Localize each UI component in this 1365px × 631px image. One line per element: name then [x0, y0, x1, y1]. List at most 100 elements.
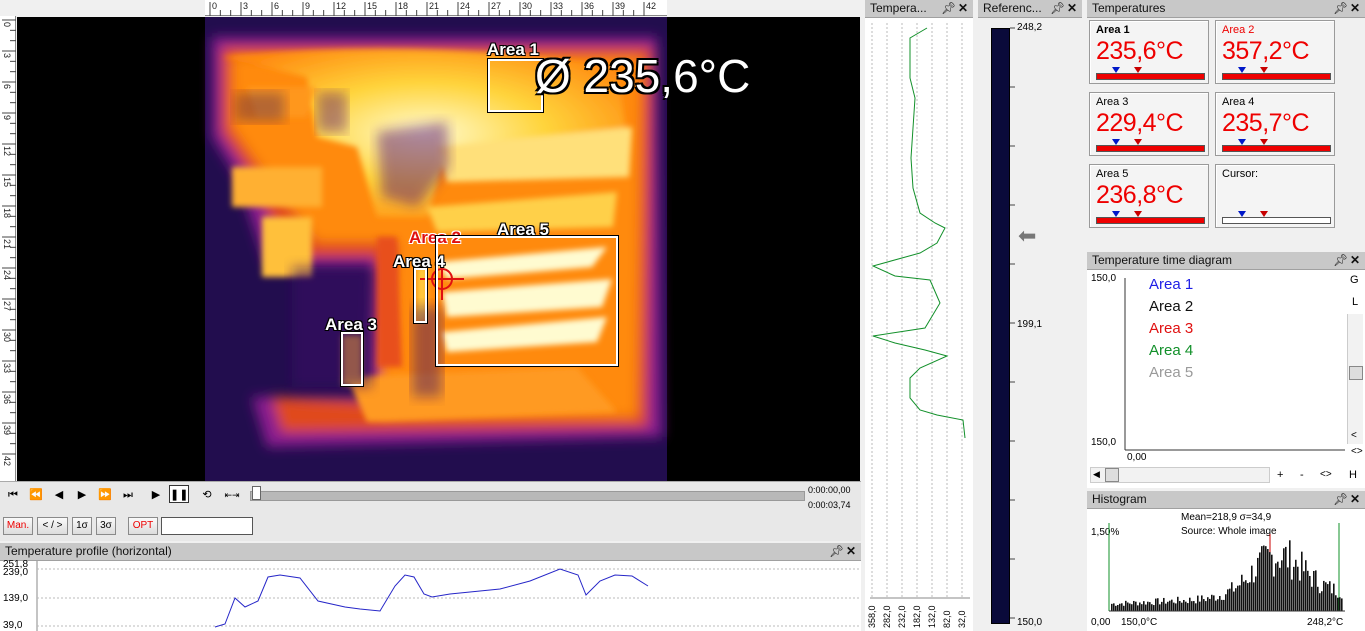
area-5-box[interactable]	[435, 235, 619, 367]
one-sigma-button[interactable]: 1σ	[72, 517, 92, 535]
pin-icon[interactable]: 📌︎	[1333, 252, 1348, 269]
temp-tile-area-5[interactable]: Area 5 236,8°C	[1089, 164, 1209, 228]
reference-bottom-value: 150,0	[1017, 617, 1043, 628]
profile-horizontal-chart: 251,8 239,0 139,0 39,0	[0, 559, 861, 631]
temperatures-title-text: Temperatures	[1092, 1, 1166, 15]
pause-button[interactable]: ❚❚	[169, 485, 189, 503]
tile-bar	[1222, 145, 1331, 152]
manual-button[interactable]: Man.	[3, 517, 33, 535]
time-current: 0:00:00,00	[808, 485, 851, 495]
close-icon[interactable]: ✕	[1348, 0, 1362, 17]
profile-vertical-title-text: Tempera...	[870, 1, 927, 15]
temp-tile-area-2[interactable]: Area 2 357,2°C	[1215, 20, 1335, 84]
time-diagram-title-text: Temperature time diagram	[1092, 253, 1233, 267]
td-side-button-l[interactable]: L	[1352, 296, 1358, 308]
left-ruler-label: 33	[2, 363, 12, 374]
td-legend-area-5[interactable]: Area 5	[1149, 364, 1193, 381]
timeline-slider[interactable]	[250, 486, 805, 501]
thermal-view-panel: 0 3 6 9 12 15 18 21 24 27 30 33 36 39 42 0 3 6 9 12 15 18 21 2…	[0, 0, 861, 481]
left-ruler-label: 12	[2, 146, 12, 157]
top-ruler-label: 6	[274, 1, 280, 11]
fast-forward-button[interactable]: ⏩	[95, 486, 115, 504]
top-ruler-label: 0	[212, 1, 218, 11]
pin-icon[interactable]: 📌︎	[1333, 491, 1348, 508]
td-h-button[interactable]: H	[1349, 469, 1357, 481]
temperatures-panel: Area 1 235,6°C Area 2 357,2°C Area 3 229…	[1087, 18, 1365, 250]
rewind-button[interactable]: ⏪	[26, 486, 46, 504]
td-hscroll[interactable]: ◀	[1090, 467, 1270, 483]
left-ruler-label: 9	[2, 115, 12, 121]
close-icon[interactable]: ✕	[1348, 491, 1362, 508]
area-3-label: Area 3	[325, 315, 377, 334]
step-back-button[interactable]: ◀	[49, 486, 69, 504]
temp-tile-area-4[interactable]: Area 4 235,7°C	[1215, 92, 1335, 156]
td-legend-area-3[interactable]: Area 3	[1149, 320, 1193, 337]
step-forward-button[interactable]: ▶	[72, 486, 92, 504]
close-icon[interactable]: ✕	[1348, 252, 1362, 269]
profile-v-xlabel: 132,0	[927, 605, 937, 628]
range-icon[interactable]: ⇤⇥	[222, 486, 242, 504]
top-ruler-label: 18	[398, 1, 409, 11]
profile-v-xlabel: 282,0	[882, 605, 892, 628]
play-button[interactable]: ▶	[146, 486, 166, 504]
left-ruler-label: 6	[2, 84, 12, 90]
profile-v-plot	[870, 23, 970, 599]
loop-icon[interactable]: ⟲	[197, 486, 217, 504]
td-zoom-out-button[interactable]: -	[1300, 469, 1304, 481]
td-side-button-lt2[interactable]: <>	[1351, 446, 1363, 457]
tile-label: Area 1	[1096, 24, 1130, 36]
td-vscroll[interactable]	[1347, 314, 1363, 444]
pin-icon[interactable]: 📌︎	[941, 0, 956, 17]
range-slider[interactable]	[161, 517, 253, 535]
pin-icon[interactable]: 📌︎	[1333, 0, 1348, 17]
temp-tile-area-1[interactable]: Area 1 235,6°C	[1089, 20, 1209, 84]
left-ruler-label: 0	[2, 22, 12, 28]
close-icon[interactable]: ✕	[844, 543, 858, 560]
opt-button[interactable]: OPT	[128, 517, 158, 535]
td-legend-area-2[interactable]: Area 2	[1149, 298, 1193, 315]
tile-value: 357,2°C	[1222, 37, 1310, 65]
close-icon[interactable]: ✕	[1065, 0, 1079, 17]
histogram-panel: Mean=218,9 σ=34,9 Source: Whole image 1,…	[1087, 509, 1365, 631]
skip-first-button[interactable]: ⏮	[3, 486, 23, 504]
tile-value: 235,6°C	[1096, 37, 1184, 65]
td-legend-area-1[interactable]: Area 1	[1149, 276, 1193, 293]
profile-v-xlabel: 182,0	[912, 605, 922, 628]
reference-title: Referenc... 📌︎ ✕	[978, 0, 1082, 18]
profile-horizontal-title: Temperature profile (horizontal) 📌︎ ✕	[0, 543, 861, 561]
td-hscroll-left-icon[interactable]: ◀	[1093, 469, 1100, 480]
td-side-button-lt1[interactable]: <	[1351, 430, 1357, 441]
top-ruler-label: 3	[243, 1, 249, 11]
close-icon[interactable]: ✕	[956, 0, 970, 17]
profile-v-xlabel: 32,0	[957, 610, 967, 628]
reference-panel: ⬅ 248,2 199,1 150,0	[978, 18, 1082, 631]
profile-horizontal-title-text: Temperature profile (horizontal)	[5, 544, 172, 558]
td-side-button-g[interactable]: G	[1350, 274, 1359, 286]
temperatures-title: Temperatures 📌︎ ✕	[1087, 0, 1365, 18]
profile-v-xlabel: 232,0	[897, 605, 907, 628]
temp-tile-cursor[interactable]: Cursor:	[1215, 164, 1335, 228]
td-zoom-in-button[interactable]: +	[1277, 469, 1283, 481]
td-vscroll-thumb[interactable]	[1349, 366, 1363, 380]
pin-icon[interactable]: 📌︎	[1050, 0, 1065, 17]
thermal-canvas[interactable]: Area 1 Ø 235,6°C Area 2 Area 3 Area 4 Ar…	[17, 17, 860, 481]
timeline-thumb[interactable]	[252, 486, 261, 500]
td-legend-area-4[interactable]: Area 4	[1149, 342, 1193, 359]
temp-tile-area-3[interactable]: Area 3 229,4°C	[1089, 92, 1209, 156]
three-sigma-button[interactable]: 3σ	[96, 517, 116, 535]
area-3-box[interactable]	[340, 331, 364, 387]
left-ruler-label: 3	[2, 53, 12, 59]
area-4-box[interactable]	[413, 267, 428, 324]
tile-value: 236,8°C	[1096, 181, 1184, 209]
skip-last-button[interactable]: ⏭	[118, 486, 138, 504]
pin-icon[interactable]: 📌︎	[829, 543, 844, 560]
td-fit-button[interactable]: <>	[1320, 469, 1332, 480]
top-ruler-label: 24	[460, 1, 471, 11]
top-ruler-label: 30	[522, 1, 533, 11]
range-button[interactable]: < / >	[37, 517, 68, 535]
td-hscroll-thumb[interactable]	[1105, 468, 1119, 482]
tile-label: Cursor:	[1222, 168, 1259, 180]
left-ruler-label: 24	[2, 270, 12, 281]
top-ruler-label: 36	[584, 1, 595, 11]
tile-bar	[1096, 145, 1205, 152]
